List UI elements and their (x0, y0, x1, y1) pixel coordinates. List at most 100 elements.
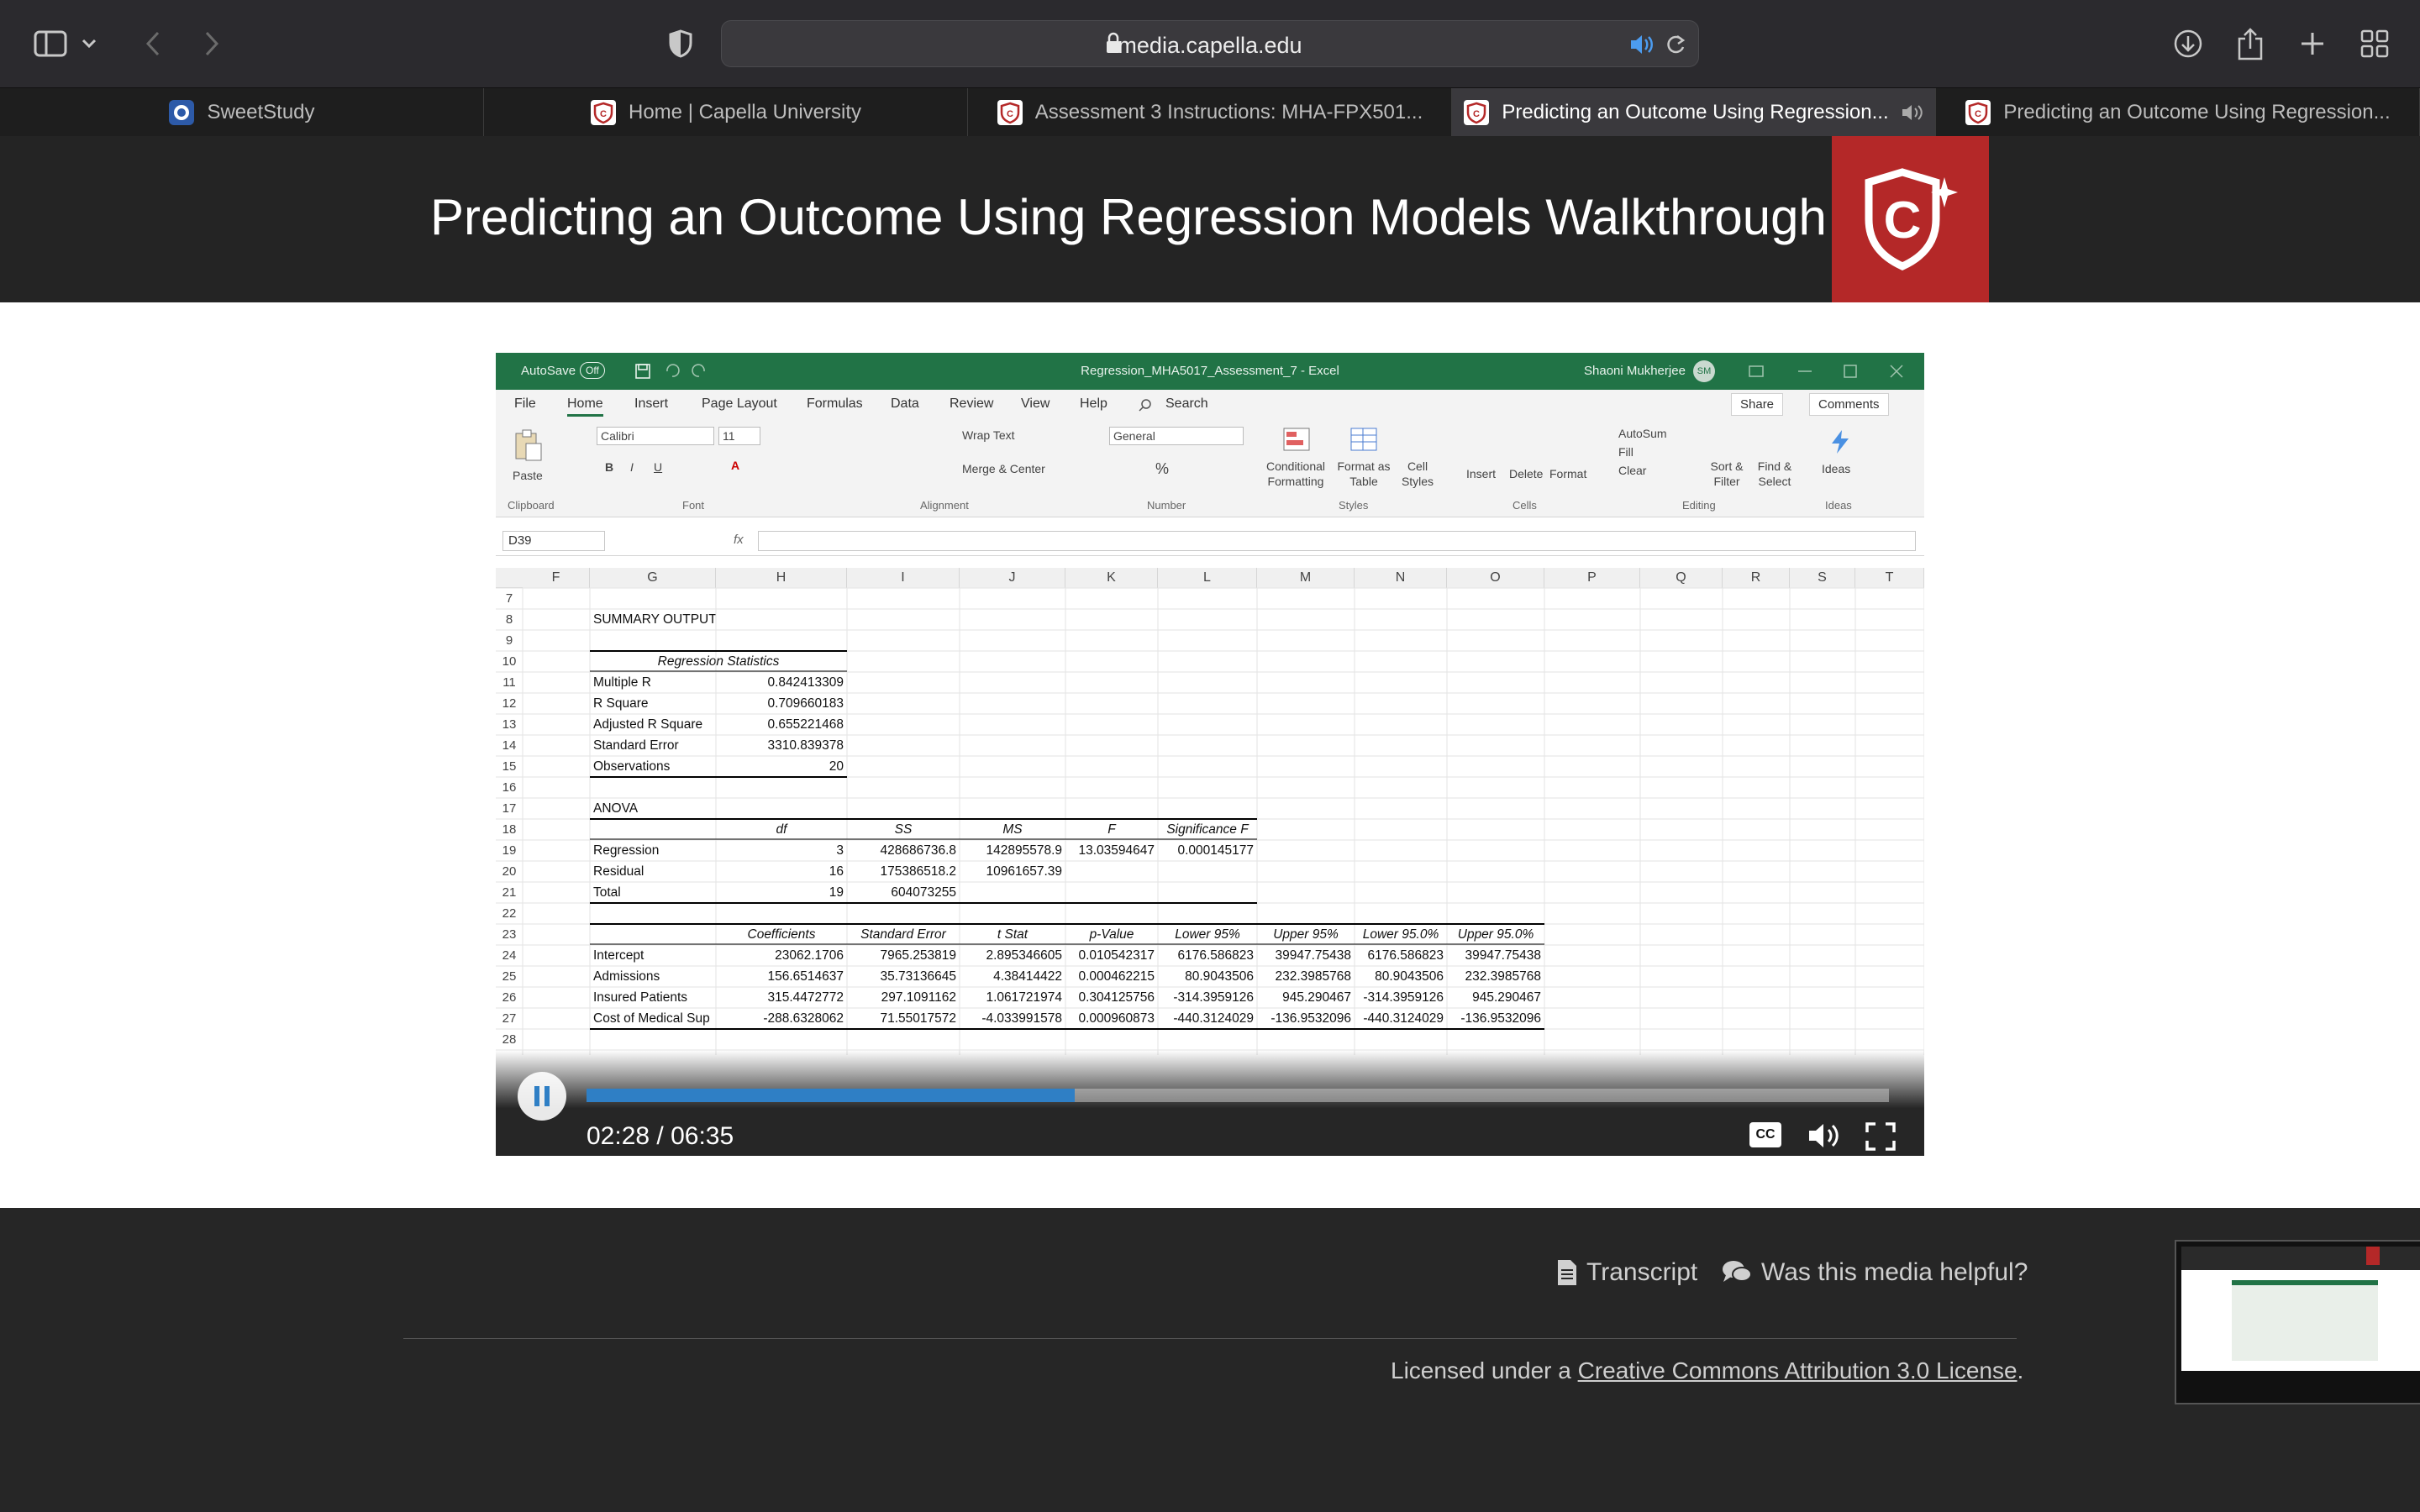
excel-ribbon: Paste Calibri 11 B I U A Wrap Text Merge… (496, 418, 1924, 517)
clear-button[interactable]: Clear (1618, 464, 1646, 477)
footer-divider (403, 1338, 2017, 1339)
svg-text:C: C (1007, 109, 1013, 119)
font-color-button[interactable]: A (731, 459, 739, 472)
tab-assessment-instructions[interactable]: C Assessment 3 Instructions: MHA-FPX501.… (968, 88, 1452, 137)
transcript-link[interactable]: Transcript (1556, 1258, 1697, 1287)
tab-bar: SweetStudy C Home | Capella University C… (0, 87, 2420, 137)
fullscreen-icon[interactable] (1865, 1122, 1896, 1151)
tab-overview-icon[interactable] (2354, 24, 2395, 64)
comments-icon (1723, 1261, 1752, 1282)
capella-icon: C (1965, 100, 1991, 125)
tab-predicting-outcome-active[interactable]: C Predicting an Outcome Using Regression… (1452, 88, 1936, 137)
underline-button[interactable]: U (654, 460, 662, 474)
excel-tab-review[interactable]: Review (950, 396, 993, 412)
pause-icon (534, 1086, 550, 1106)
spreadsheet-grid[interactable]: FGHIJKLMNOPQRST 7 8 9 10 11 12 13 14 15 16 17 18 19 2… (496, 568, 1924, 1055)
fx-label: fx (734, 533, 744, 547)
volume-icon[interactable] (1807, 1121, 1844, 1151)
downloads-icon[interactable] (2168, 24, 2208, 64)
speaker-icon[interactable] (1629, 33, 1655, 56)
excel-tab-data[interactable]: Data (891, 396, 919, 412)
sort-filter-button[interactable]: Sort & Filter (1706, 459, 1748, 489)
license-link[interactable]: Creative Commons Attribution 3.0 License (1578, 1357, 2018, 1383)
group-label: Clipboard (508, 499, 555, 512)
svg-text:C: C (1975, 109, 1981, 119)
find-select-button[interactable]: Find & Select (1751, 459, 1798, 489)
number-format-select[interactable]: General (1109, 427, 1244, 445)
video-player[interactable]: AutoSave Off Regression_MHA5017_Assessme… (496, 353, 1924, 1156)
name-box[interactable]: D39 (502, 531, 605, 551)
time-display: 02:28 / 06:35 (587, 1122, 734, 1150)
media-stage: AutoSave Off Regression_MHA5017_Assessme… (0, 302, 2420, 1208)
reload-icon[interactable] (1665, 33, 1686, 56)
merge-center-button[interactable]: Merge & Center (962, 462, 1045, 475)
svg-text:C: C (1883, 192, 1921, 249)
bold-button[interactable]: B (605, 460, 613, 474)
conditional-formatting-button[interactable]: Conditional Formatting (1262, 459, 1329, 489)
cell-styles-button[interactable]: Cell Styles (1395, 459, 1440, 489)
address-bar[interactable]: media.capella.edu (721, 20, 1699, 67)
tab-sweetstudy[interactable]: SweetStudy (0, 88, 484, 137)
lightning-icon (1832, 430, 1849, 454)
helpful-label: Was this media helpful? (1761, 1258, 2028, 1286)
privacy-shield-icon[interactable] (660, 24, 701, 64)
delete-cells-button[interactable]: Delete (1509, 467, 1543, 480)
license-prefix: Licensed under a (1391, 1357, 1578, 1383)
search-icon (1139, 399, 1151, 412)
captions-button[interactable]: CC (1749, 1122, 1781, 1147)
format-as-table-icon (1350, 428, 1377, 451)
excel-share-button[interactable]: Share (1731, 393, 1784, 416)
format-as-table-button[interactable]: Format as Table (1334, 459, 1393, 489)
url-text: media.capella.edu (1118, 33, 1302, 58)
progress-bar[interactable] (587, 1089, 1889, 1102)
font-size-select[interactable]: 11 (718, 427, 760, 445)
tab-predicting-outcome[interactable]: C Predicting an Outcome Using Regression… (1936, 88, 2420, 137)
license-text: Licensed under a Creative Commons Attrib… (1391, 1357, 2023, 1384)
excel-tab-formulas[interactable]: Formulas (807, 396, 863, 412)
italic-button[interactable]: I (630, 460, 634, 474)
autosum-button[interactable]: AutoSum (1618, 427, 1667, 440)
pause-button[interactable] (518, 1072, 566, 1121)
forward-icon[interactable] (192, 24, 232, 64)
formula-bar: D39 fx (496, 526, 1924, 556)
group-label: Number (1147, 499, 1186, 512)
paste-label[interactable]: Paste (513, 469, 543, 482)
tab-audio-icon[interactable] (1901, 102, 1924, 123)
pip-video (2232, 1280, 2378, 1361)
capella-icon: C (997, 100, 1023, 125)
group-label: Cells (1512, 499, 1537, 512)
sidebar-toggle-icon[interactable] (30, 24, 71, 64)
lock-icon (1106, 32, 1121, 54)
chevron-down-icon[interactable] (77, 24, 101, 64)
format-cells-button[interactable]: Format (1549, 467, 1586, 480)
percent-button[interactable]: % (1155, 460, 1169, 478)
excel-tab-view[interactable]: View (1021, 396, 1050, 412)
excel-tab-page-layout[interactable]: Page Layout (702, 396, 777, 412)
formula-input[interactable] (758, 531, 1916, 551)
helpful-link[interactable]: Was this media helpful? (1721, 1258, 2028, 1287)
share-icon[interactable] (2230, 24, 2270, 64)
font-name-select[interactable]: Calibri (597, 427, 714, 445)
insert-cells-button[interactable]: Insert (1466, 467, 1496, 480)
back-icon[interactable] (133, 24, 173, 64)
share-label: Share (1740, 397, 1775, 412)
excel-tab-help[interactable]: Help (1080, 396, 1107, 412)
svg-text:C: C (600, 109, 607, 119)
video-controls: 02:28 / 06:35 CC (496, 1050, 1924, 1156)
excel-tab-insert[interactable]: Insert (634, 396, 668, 412)
picture-in-picture-thumbnail[interactable] (2175, 1240, 2420, 1404)
excel-tab-file[interactable]: File (514, 396, 536, 412)
pip-header (2181, 1247, 2420, 1270)
new-tab-icon[interactable] (2292, 24, 2333, 64)
paste-icon (515, 429, 542, 461)
svg-text:C: C (1473, 109, 1480, 119)
excel-search[interactable]: Search (1165, 396, 1208, 412)
excel-tab-home[interactable]: Home (567, 396, 603, 417)
wrap-text-button[interactable]: Wrap Text (962, 428, 1015, 442)
tab-capella-home[interactable]: C Home | Capella University (484, 88, 968, 137)
license-suffix: . (2017, 1357, 2024, 1383)
conditional-formatting-icon (1283, 428, 1310, 451)
ideas-button[interactable]: Ideas (1822, 462, 1850, 475)
excel-comments-button[interactable]: Comments (1809, 393, 1889, 416)
fill-button[interactable]: Fill (1618, 445, 1634, 459)
